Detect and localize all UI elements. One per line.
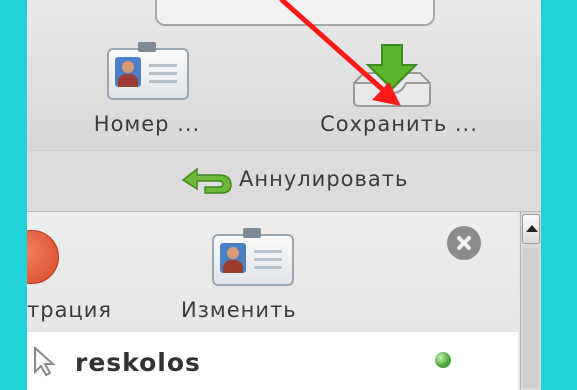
edit-button-label: Изменить	[181, 298, 297, 322]
scroll-up-button[interactable]	[522, 214, 540, 244]
scroll-track[interactable]	[523, 248, 539, 388]
number-button[interactable]: Номер ...	[67, 30, 227, 140]
undo-button-label: Аннулировать	[239, 167, 409, 191]
undo-arrow-icon	[181, 167, 232, 194]
edit-button[interactable]: Изменить	[167, 212, 327, 330]
save-button-label: Сохранить ...	[320, 112, 478, 136]
contact-card-icon	[212, 228, 294, 286]
contact-name[interactable]: reskolos	[75, 348, 201, 377]
undo-toolbar: Аннулировать	[27, 150, 541, 212]
main-toolbar: Номер ... Сохранить ...	[27, 0, 541, 150]
scrollbar[interactable]	[520, 212, 541, 390]
contact-card-icon	[107, 42, 189, 100]
app-window: Номер ... Сохранить ... Аннулировать тра…	[27, 0, 541, 390]
cursor-icon	[34, 345, 56, 377]
save-download-icon	[353, 44, 431, 107]
register-button-label: трация	[27, 298, 113, 322]
status-dot-icon	[435, 352, 451, 368]
number-button-label: Номер ...	[93, 112, 201, 136]
close-icon[interactable]	[447, 226, 481, 260]
top-input-field[interactable]	[155, 0, 435, 26]
